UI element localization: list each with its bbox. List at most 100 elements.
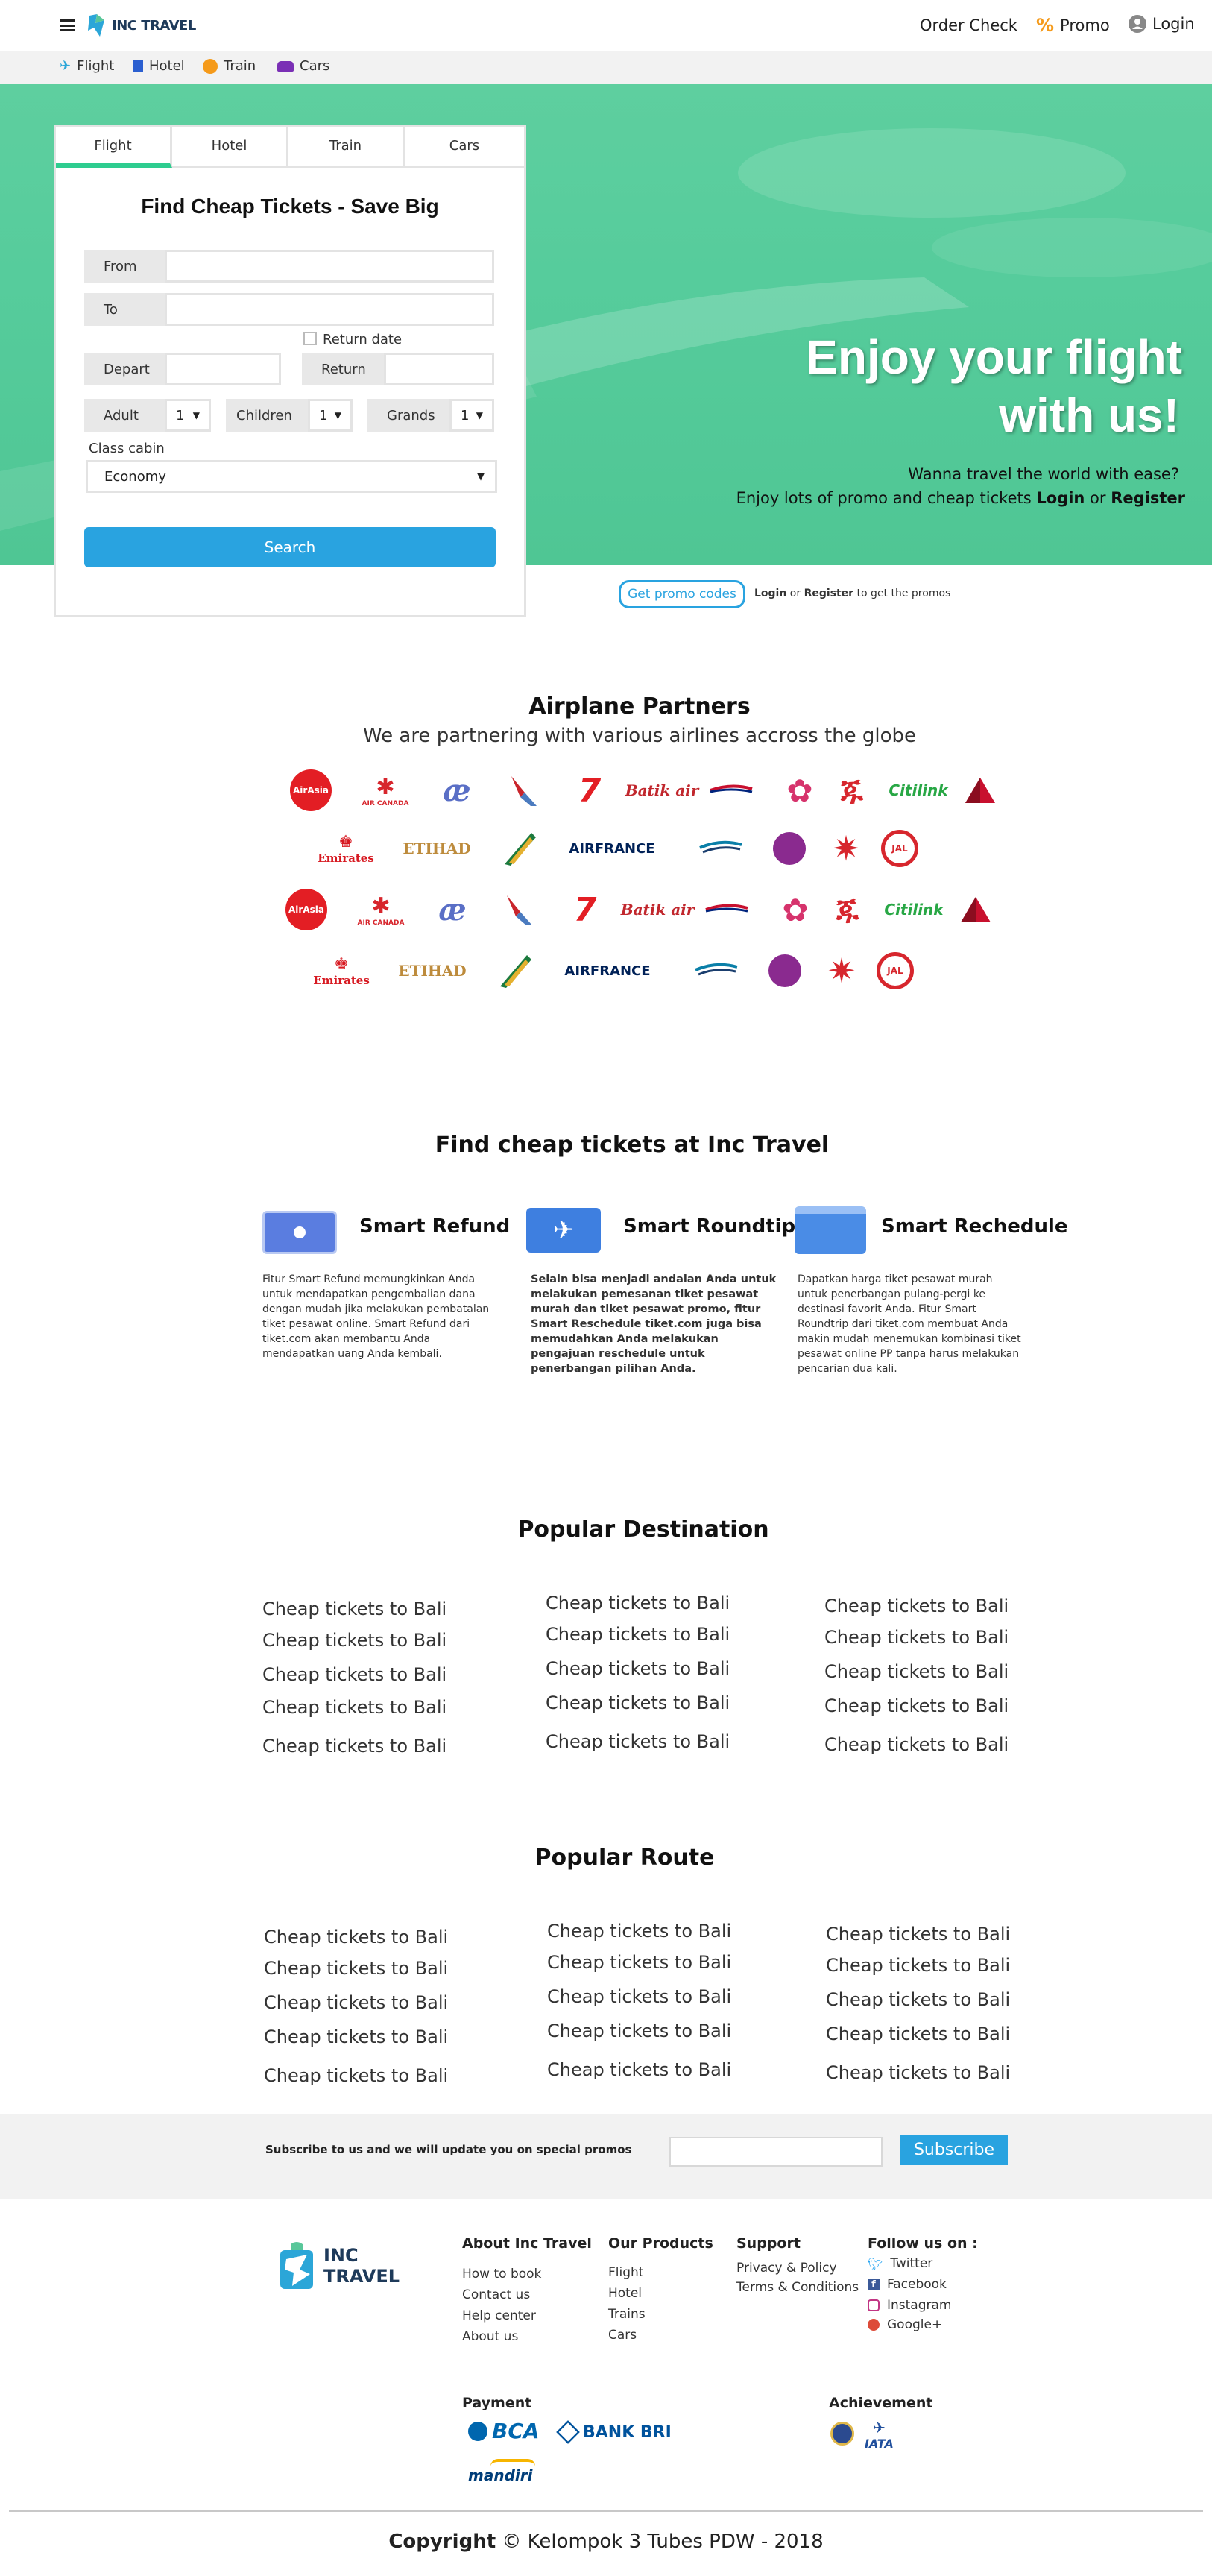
adult-select[interactable]: 1 ▼: [165, 399, 211, 432]
jal-crane-mark: JAL: [877, 952, 914, 989]
nav-train[interactable]: Train: [203, 58, 256, 74]
destination-link[interactable]: Cheap tickets to Bali: [546, 1692, 730, 1713]
footer-logo[interactable]: INC TRAVEL: [277, 2240, 400, 2292]
footer-product-link[interactable]: Trains: [608, 2307, 646, 2322]
delta-mark: [965, 778, 995, 803]
subscribe-email-input[interactable]: [669, 2137, 883, 2167]
promo-codes-button[interactable]: Get promo codes: [619, 580, 745, 608]
route-link[interactable]: Cheap tickets to Bali: [547, 2059, 731, 2080]
brand-logo[interactable]: INC TRAVEL: [86, 12, 196, 39]
google-plus-label: Google+: [887, 2317, 943, 2332]
tab-hotel[interactable]: Hotel: [172, 127, 288, 168]
route-link[interactable]: Cheap tickets to Bali: [547, 2021, 731, 2041]
tab-train[interactable]: Train: [288, 127, 405, 168]
destination-link[interactable]: Cheap tickets to Bali: [824, 1596, 1009, 1616]
tab-flight[interactable]: Flight: [56, 127, 172, 168]
destination-link[interactable]: Cheap tickets to Bali: [546, 1593, 730, 1613]
destination-link[interactable]: Cheap tickets to Bali: [262, 1630, 446, 1651]
destination-link[interactable]: Cheap tickets to Bali: [262, 1664, 446, 1685]
footer-support-link[interactable]: Terms & Conditions: [736, 2280, 859, 2295]
destination-link[interactable]: Cheap tickets to Bali: [262, 1599, 446, 1619]
bca-logo: BCA: [468, 2419, 540, 2443]
destination-link[interactable]: Cheap tickets to Bali: [546, 1731, 730, 1752]
login-link[interactable]: Login: [1129, 15, 1195, 33]
instagram-link[interactable]: Instagram: [868, 2298, 952, 2313]
air-france-label: AIRFRANCE: [564, 963, 651, 979]
google-plus-link[interactable]: Google+: [868, 2317, 942, 2332]
footer-about-link[interactable]: Help center: [462, 2308, 536, 2323]
route-link[interactable]: Cheap tickets to Bali: [826, 1989, 1010, 2010]
route-link[interactable]: Cheap tickets to Bali: [547, 1986, 731, 2007]
facebook-link[interactable]: f Facebook: [868, 2277, 947, 2292]
return-input[interactable]: [384, 353, 494, 385]
destination-link[interactable]: Cheap tickets to Bali: [824, 1695, 1009, 1716]
feature-text-reschedule: Dapatkan harga tiket pesawat murah untuk…: [798, 1273, 1021, 1375]
return-date-checkbox[interactable]: [303, 332, 317, 345]
speedmarque-mark: [705, 904, 748, 913]
promo-link[interactable]: % Promo: [1036, 15, 1110, 36]
hero-subline-2: Enjoy lots of promo and cheap tickets Lo…: [736, 489, 1185, 507]
route-link[interactable]: Cheap tickets to Bali: [826, 1924, 1010, 1944]
destination-link[interactable]: Cheap tickets to Bali: [546, 1658, 730, 1679]
depart-input[interactable]: [165, 353, 281, 385]
footer-brand-name: INC TRAVEL: [323, 2245, 400, 2287]
footer-about-link[interactable]: Contact us: [462, 2287, 530, 2302]
partners-title: Airplane Partners: [528, 693, 751, 719]
nav-hotel[interactable]: Hotel: [133, 58, 185, 74]
destination-link[interactable]: Cheap tickets to Bali: [546, 1624, 730, 1645]
class-cabin-select[interactable]: Economy ▼: [86, 460, 497, 493]
footer-about-link[interactable]: How to book: [462, 2267, 541, 2281]
destination-link[interactable]: Cheap tickets to Bali: [262, 1736, 446, 1757]
route-link[interactable]: Cheap tickets to Bali: [826, 2062, 1010, 2083]
menu-icon[interactable]: [60, 19, 75, 31]
nav-flight[interactable]: ✈ Flight: [60, 58, 114, 74]
subscribe-button[interactable]: Subscribe: [900, 2135, 1008, 2165]
destination-link[interactable]: Cheap tickets to Bali: [824, 1627, 1009, 1648]
route-link[interactable]: Cheap tickets to Bali: [264, 2027, 448, 2047]
nav-cars[interactable]: Cars: [277, 58, 329, 74]
train-icon: [203, 58, 218, 74]
from-input[interactable]: [165, 250, 494, 283]
tab-cars[interactable]: Cars: [405, 127, 524, 168]
copyright-text: © Kelompok 3 Tubes PDW - 2018: [502, 2531, 824, 2553]
promo-login-link[interactable]: Login: [754, 588, 786, 599]
bca-label: BCA: [492, 2419, 540, 2443]
facebook-icon: f: [868, 2279, 880, 2290]
smart-roundtrip-icon: ✈: [526, 1208, 601, 1253]
route-link[interactable]: Cheap tickets to Bali: [264, 1958, 448, 1979]
footer-product-link[interactable]: Cars: [608, 2328, 637, 2343]
hero-register-link[interactable]: Register: [1111, 489, 1185, 507]
route-link[interactable]: Cheap tickets to Bali: [264, 1992, 448, 2013]
children-select[interactable]: 1 ▼: [308, 399, 353, 432]
route-link[interactable]: Cheap tickets to Bali: [826, 2024, 1010, 2044]
to-input[interactable]: [165, 293, 494, 326]
destination-link[interactable]: Cheap tickets to Bali: [824, 1734, 1009, 1755]
return-date-label: Return date: [323, 332, 403, 347]
airplane-icon: ✈: [60, 58, 72, 74]
footer-product-link[interactable]: Flight: [608, 2265, 643, 2280]
route-link[interactable]: Cheap tickets to Bali: [264, 1927, 448, 1947]
nav-cars-label: Cars: [300, 58, 330, 74]
destination-link[interactable]: Cheap tickets to Bali: [262, 1697, 446, 1718]
emirates-emblem: ♚: [334, 954, 349, 974]
destination-link[interactable]: Cheap tickets to Bali: [824, 1661, 1009, 1682]
footer-support-link[interactable]: Privacy & Policy: [736, 2261, 837, 2276]
etihad-label: ETIHAD: [403, 840, 471, 857]
maple-leaf-icon: ✱: [376, 773, 395, 800]
footer-about-link[interactable]: About us: [462, 2329, 518, 2344]
promo-register-link[interactable]: Register: [804, 588, 854, 599]
route-link[interactable]: Cheap tickets to Bali: [547, 1952, 731, 1973]
phoenix-icon: ጁ: [836, 892, 859, 927]
hero-headline-1: Enjoy your flight: [806, 330, 1182, 384]
twitter-link[interactable]: 🐦︎ Twitter: [868, 2256, 932, 2271]
grands-select[interactable]: 1 ▼: [449, 399, 494, 432]
route-link[interactable]: Cheap tickets to Bali: [826, 1955, 1010, 1976]
route-link[interactable]: Cheap tickets to Bali: [264, 2065, 448, 2086]
hero-login-link[interactable]: Login: [1036, 489, 1085, 507]
footer-product-link[interactable]: Hotel: [608, 2286, 642, 2301]
promo-suffix-text: to get the promos: [856, 588, 951, 599]
route-link[interactable]: Cheap tickets to Bali: [547, 1921, 731, 1942]
search-button[interactable]: Search: [84, 527, 496, 567]
airasia-label: AirAsia: [285, 889, 327, 930]
order-check-link[interactable]: Order Check: [920, 16, 1017, 34]
